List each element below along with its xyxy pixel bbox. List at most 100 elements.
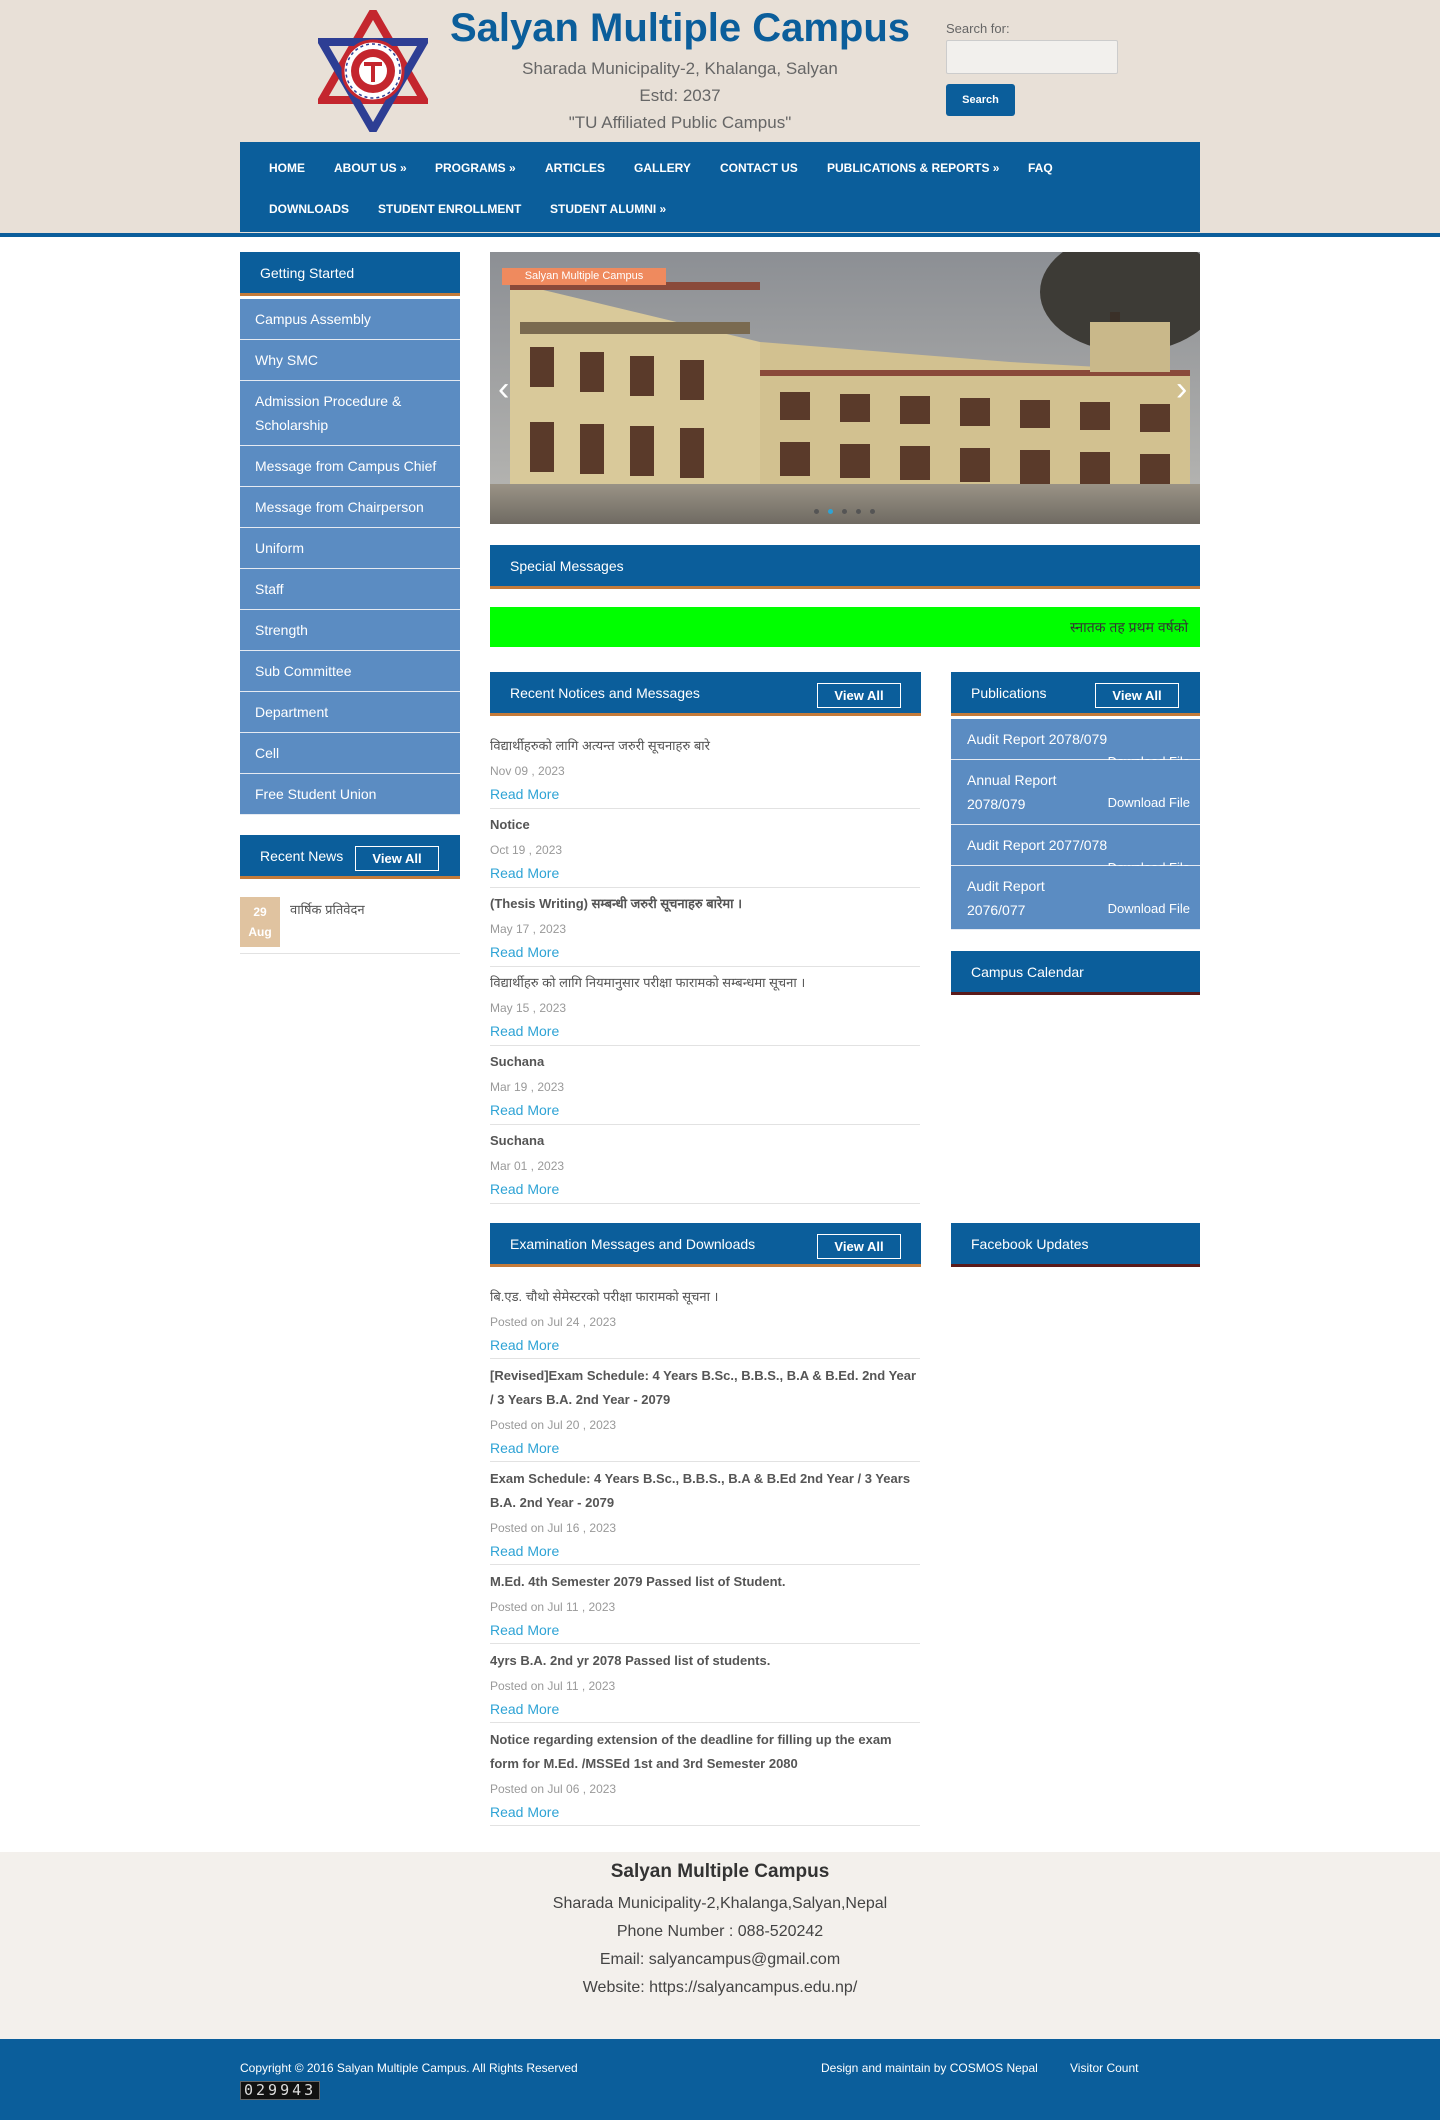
exam-title[interactable]: Notice regarding extension of the deadli… [490,1728,920,1776]
nav-downloads[interactable]: DOWNLOADS [269,202,349,216]
sidebar-item-sub-committee[interactable]: Sub Committee [240,651,460,692]
sidebar-item-message-chairperson[interactable]: Message from Chairperson [240,487,460,528]
notice-title[interactable]: Notice [490,813,920,837]
notice-divider [490,1203,920,1204]
sidebar-item-cell[interactable]: Cell [240,733,460,774]
exam-read-more-link[interactable]: Read More [490,1440,559,1456]
slider-dot[interactable] [856,509,861,514]
sidebar-item-campus-assembly[interactable]: Campus Assembly [240,299,460,340]
nav-gallery[interactable]: GALLERY [634,161,691,175]
notice-read-more-link[interactable]: Read More [490,1102,559,1118]
slider-dot[interactable] [842,509,847,514]
campus-photo-slider[interactable] [490,252,1200,524]
nav-faq[interactable]: FAQ [1028,161,1053,175]
publication-title[interactable]: Audit Report 2078/079 [967,727,1107,751]
exams-view-all-button[interactable]: View All [817,1234,901,1259]
notices-view-all-button[interactable]: View All [817,683,901,708]
news-date-badge: 29 Aug [240,897,280,947]
publication-title[interactable]: Audit Report 2076/077 [967,874,1067,922]
nav-about-us[interactable]: ABOUT US » [334,161,407,175]
publication-download-link[interactable]: Download File [1108,795,1190,810]
notice-title[interactable]: Suchana [490,1129,920,1153]
news-divider [240,953,460,954]
campus-calendar-heading: Campus Calendar [951,951,1200,995]
notice-title[interactable]: Suchana [490,1050,920,1074]
publication-row[interactable]: Audit Report 2078/079 Download File [951,719,1200,769]
publication-row[interactable]: Audit Report 2076/077 Download File [951,866,1200,930]
nav-contact-us[interactable]: CONTACT US [720,161,798,175]
notice-read-more-link[interactable]: Read More [490,786,559,802]
sidebar-heading: Getting Started [240,252,460,296]
exam-divider [490,1722,920,1723]
exam-date: Posted on Jul 11 , 2023 [490,1600,616,1614]
nav-home[interactable]: HOME [269,161,305,175]
site-title[interactable]: Salyan Multiple Campus [440,6,920,51]
publications-view-all-button[interactable]: View All [1095,683,1179,708]
notice-read-more-link[interactable]: Read More [490,944,559,960]
sidebar-item-staff[interactable]: Staff [240,569,460,610]
nav-student-alumni[interactable]: STUDENT ALUMNI » [550,202,666,216]
chevron-left-icon[interactable]: ‹ [498,372,509,406]
sidebar-item-message-chief[interactable]: Message from Campus Chief [240,446,460,487]
footer-bottom-bar [0,2039,1440,2120]
slider-dot[interactable] [814,509,819,514]
notices-title: Recent Notices and Messages [510,685,700,701]
news-month: Aug [248,925,272,939]
exam-read-more-link[interactable]: Read More [490,1337,559,1353]
nav-articles[interactable]: ARTICLES [545,161,605,175]
marquee-text[interactable]: स्नातक तह प्रथम वर्षको [1070,618,1188,637]
notice-divider [490,887,920,888]
sidebar-item-uniform[interactable]: Uniform [240,528,460,569]
exam-title[interactable]: बि.एड. चौथो सेमेस्टरको परीक्षा फारामको स… [490,1285,920,1309]
notice-title[interactable]: विद्यार्थीहरु को लागि नियमानुसार परीक्षा… [490,971,920,995]
sidebar-item-department[interactable]: Department [240,692,460,733]
publication-row[interactable]: Annual Report 2078/079 Download File [951,760,1200,825]
publication-title[interactable]: Annual Report 2078/079 [967,768,1067,816]
notice-read-more-link[interactable]: Read More [490,1181,559,1197]
exam-title[interactable]: Exam Schedule: 4 Years B.Sc., B.B.S., B.… [490,1467,920,1515]
exam-read-more-link[interactable]: Read More [490,1701,559,1717]
sidebar-item-free-student-union[interactable]: Free Student Union [240,774,460,815]
exam-title[interactable]: M.Ed. 4th Semester 2079 Passed list of S… [490,1570,920,1594]
exam-read-more-link[interactable]: Read More [490,1543,559,1559]
chevron-right-icon[interactable]: › [1176,372,1187,406]
publication-row[interactable]: Audit Report 2077/078 Download File [951,825,1200,875]
exam-title[interactable]: 4yrs B.A. 2nd yr 2078 Passed list of stu… [490,1649,920,1673]
notice-divider [490,808,920,809]
publication-title[interactable]: Audit Report 2077/078 [967,833,1107,857]
exam-title[interactable]: [Revised]Exam Schedule: 4 Years B.Sc., B… [490,1364,920,1412]
exam-divider [490,1564,920,1565]
slider-dot-active[interactable] [828,509,833,514]
sidebar-item-admission[interactable]: Admission Procedure & Scholarship [240,381,460,446]
nav-student-enrollment[interactable]: STUDENT ENROLLMENT [378,202,521,216]
news-item-title[interactable]: वार्षिक प्रतिवेदन [290,900,365,918]
publication-download-link[interactable]: Download File [1108,901,1190,916]
footer-address: Sharada Municipality-2,Khalanga,Salyan,N… [552,1895,888,1912]
sidebar-item-why-smc[interactable]: Why SMC [240,340,460,381]
exam-read-more-link[interactable]: Read More [490,1804,559,1820]
notice-title[interactable]: (Thesis Writing) सम्बन्धी जरुरी सूचनाहरु… [490,892,920,916]
footer-email[interactable]: Email: salyancampus@gmail.com [0,1951,1440,1969]
notice-date: May 17 , 2023 [490,922,567,936]
search-label: Search for: [946,21,1010,36]
tu-logo[interactable] [318,10,428,132]
search-input[interactable] [946,40,1118,74]
exam-read-more-link[interactable]: Read More [490,1622,559,1638]
sidebar-item-strength[interactable]: Strength [240,610,460,651]
notice-date: Nov 09 , 2023 [490,764,565,778]
search-button[interactable]: Search [946,84,1015,116]
notice-divider [490,1124,920,1125]
footer-website[interactable]: Website: https://salyancampus.edu.np/ [0,1979,1440,1997]
cosmos-nepal-link[interactable]: COSMOS Nepal [950,2061,1038,2075]
notice-title[interactable]: विद्यार्थीहरुको लागि अत्यन्त जरुरी सूचना… [490,734,920,758]
special-messages-heading: Special Messages [490,545,1200,589]
nav-programs[interactable]: PROGRAMS » [435,161,516,175]
notice-read-more-link[interactable]: Read More [490,1023,559,1039]
exam-divider [490,1643,920,1644]
publications-title: Publications [971,685,1047,701]
special-messages-marquee[interactable]: स्नातक तह प्रथम वर्षको [490,607,1200,647]
nav-publications-reports[interactable]: PUBLICATIONS & REPORTS » [827,161,999,175]
notice-read-more-link[interactable]: Read More [490,865,559,881]
slider-dot[interactable] [870,509,875,514]
recent-news-view-all-button[interactable]: View All [355,846,439,871]
